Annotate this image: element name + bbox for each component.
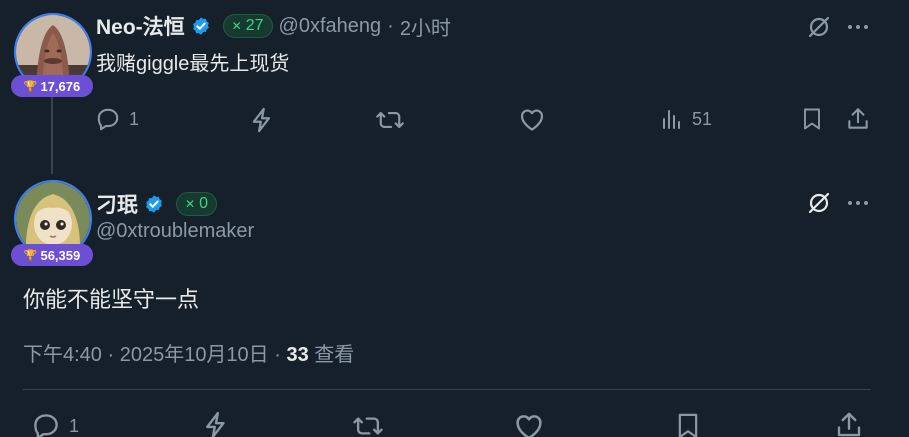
retweet-button[interactable]	[375, 106, 405, 134]
main-meta: 下午4:40 · 2025年10月10日 · 33 查看	[23, 338, 354, 367]
reply-count: 1	[129, 108, 140, 129]
main-views-label: 查看	[308, 344, 355, 366]
share-icon	[837, 412, 861, 437]
divider	[23, 389, 871, 390]
bookmark-button[interactable]	[800, 106, 824, 132]
reply-rank: 17,676	[40, 78, 81, 94]
main-text: 你能不能坚守一点	[23, 287, 200, 312]
main-view-count: 33	[286, 344, 309, 366]
more-icon	[848, 25, 868, 29]
tweet-thread: 🏆 17,676 Neo-法恒 ✕ 27 @0xfaheng · 2小时 我赌g…	[0, 0, 909, 437]
main-display-name[interactable]: 刁珉	[96, 189, 138, 219]
main-header: 刁珉 ✕ 0	[96, 189, 217, 219]
boost-button[interactable]	[201, 410, 231, 437]
reply-header: Neo-法恒 ✕ 27 @0xfaheng · 2小时	[96, 11, 451, 41]
boost-icon	[206, 411, 225, 437]
retweet-icon	[376, 111, 404, 129]
reply-time[interactable]: 2小时	[400, 12, 451, 41]
reply-icon	[34, 414, 58, 437]
grok-icon	[808, 192, 830, 214]
main-score-pill[interactable]: ✕ 0	[176, 192, 217, 216]
reply-handle[interactable]: @0xfaheng	[279, 15, 382, 38]
verified-badge-icon	[192, 17, 209, 35]
boost-icon	[252, 107, 271, 133]
main-rank-badge: 🏆 56,359	[11, 244, 93, 266]
like-icon	[520, 109, 544, 131]
bookmark-icon	[804, 108, 820, 130]
verified-badge-icon	[146, 195, 162, 213]
retweet-icon	[353, 417, 383, 435]
share-button[interactable]	[845, 106, 871, 132]
thread-line	[51, 96, 53, 174]
more-icon	[848, 201, 868, 205]
score-x-icon: ✕	[185, 197, 196, 211]
reply-score: 27	[245, 17, 264, 34]
reply-rank-badge: 🏆 17,676	[11, 75, 93, 97]
more-button[interactable]	[845, 14, 871, 40]
like-icon	[516, 415, 542, 437]
reply-text: 我赌giggle最先上现货	[96, 53, 290, 75]
grok-button[interactable]	[806, 14, 832, 40]
views-count: 51	[692, 108, 713, 129]
separator: ·	[387, 14, 394, 37]
main-score: 0	[199, 195, 208, 212]
trophy-icon: 🏆	[23, 249, 38, 262]
reply-display-name[interactable]: Neo-法恒	[96, 11, 185, 41]
reply-button[interactable]: 1	[31, 411, 79, 437]
grok-icon	[808, 16, 830, 38]
like-button[interactable]	[518, 106, 546, 132]
boost-button[interactable]	[248, 106, 276, 134]
score-x-icon: ✕	[231, 19, 242, 33]
views-button[interactable]: 51	[660, 106, 712, 132]
bookmark-icon	[678, 413, 698, 437]
main-rank: 56,359	[40, 247, 81, 263]
views-icon	[663, 110, 680, 129]
share-button[interactable]	[834, 410, 864, 437]
like-button[interactable]	[513, 411, 545, 437]
reply-button[interactable]: 1	[95, 106, 139, 132]
main-timestamp[interactable]: 下午4:40 · 2025年10月10日 ·	[23, 344, 286, 366]
main-reply-count: 1	[69, 415, 80, 436]
more-button[interactable]	[845, 190, 871, 216]
retweet-button[interactable]	[352, 411, 384, 437]
grok-button[interactable]	[806, 190, 832, 216]
trophy-icon: 🏆	[23, 80, 38, 93]
reply-score-pill[interactable]: ✕ 27	[222, 14, 273, 38]
main-handle[interactable]: @0xtroublemaker	[96, 220, 254, 243]
share-icon	[848, 108, 868, 129]
reply-icon	[97, 108, 119, 131]
bookmark-button[interactable]	[674, 411, 702, 437]
